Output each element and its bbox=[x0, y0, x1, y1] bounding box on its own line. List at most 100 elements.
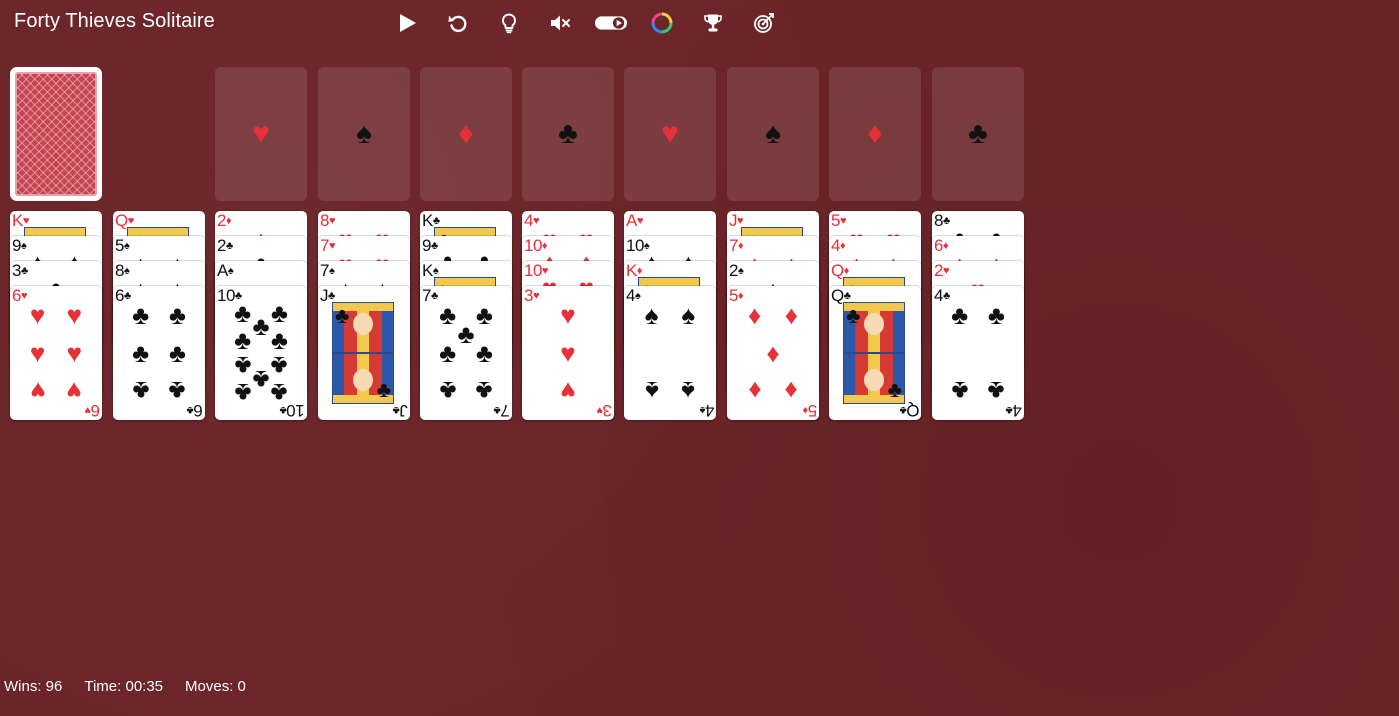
diamonds-icon: ♦ bbox=[458, 117, 474, 150]
foundation-3[interactable]: ♦ bbox=[420, 67, 512, 201]
stock-pile[interactable] bbox=[10, 67, 102, 201]
hearts-icon: ♥ bbox=[532, 290, 540, 302]
spades-icon: ♠ bbox=[634, 290, 641, 302]
hearts-icon: ♥ bbox=[252, 117, 270, 150]
tableau-column-4: ♥♥♥♥♥♥♥♥8♥♥♥♥♥♥♥♥7♥♠♠♠♠♠♠♠7♠♣♣J♣J♣ bbox=[318, 211, 410, 423]
playing-card[interactable]: ♦ ♦ ♦ ♦ ♦ 5♦ 5♦ bbox=[727, 286, 819, 420]
challenge-button[interactable] bbox=[747, 6, 781, 40]
diamonds-icon: ♦ bbox=[802, 404, 809, 416]
card-rank: 2 bbox=[729, 261, 738, 280]
hearts-icon: ♥ bbox=[661, 117, 679, 150]
clubs-icon: ♣ bbox=[132, 375, 150, 406]
tableau-column-10: ♣♣♣♣♣♣♣♣8♣♦♦♦♦♦♦6♦♥♥2♥♣♣♣♣4♣4♣ bbox=[932, 211, 1024, 423]
card-rank: 2 bbox=[217, 236, 226, 255]
clubs-icon: ♣ bbox=[393, 404, 400, 416]
clubs-icon: ♣ bbox=[843, 290, 851, 302]
card-index: 4♥ bbox=[524, 212, 540, 230]
card-index-bottom: 3♥ bbox=[597, 401, 612, 420]
theme-button[interactable] bbox=[645, 6, 679, 40]
card-index: 7♥ bbox=[320, 237, 336, 255]
diamonds-icon: ♦ bbox=[867, 117, 883, 150]
card-rank: 4 bbox=[626, 286, 635, 305]
card-index: 10♣ bbox=[217, 287, 242, 305]
spades-icon: ♠ bbox=[123, 240, 130, 252]
card-index: 6♦ bbox=[934, 237, 949, 255]
playing-card[interactable]: ♣ ♣ J♣ J♣ bbox=[318, 286, 410, 420]
diamonds-icon: ♦ bbox=[541, 240, 548, 252]
mute-icon bbox=[551, 15, 570, 31]
card-rank: 4 bbox=[705, 401, 714, 420]
clubs-icon: ♣ bbox=[432, 215, 440, 227]
card-index: 6♣ bbox=[115, 287, 131, 305]
clubs-icon: ♣ bbox=[376, 377, 391, 402]
card-index: J♥ bbox=[729, 212, 744, 230]
card-index-bottom: 5♦ bbox=[802, 401, 817, 420]
clubs-icon: ♣ bbox=[987, 300, 1005, 331]
play-button[interactable] bbox=[390, 6, 424, 40]
card-index: 4♣ bbox=[934, 287, 950, 305]
leaderboard-button[interactable] bbox=[696, 6, 730, 40]
playing-card[interactable]: ♣ ♣ ♣ ♣ ♣ ♣ ♣ ♣ ♣ ♣ 10♣ 10♣ bbox=[215, 286, 307, 420]
clubs-icon: ♣ bbox=[123, 290, 131, 302]
spades-icon: ♠ bbox=[227, 265, 234, 277]
foundation-6[interactable]: ♠ bbox=[727, 67, 819, 201]
card-index: 10♥ bbox=[524, 262, 548, 280]
card-rank: 8 bbox=[320, 211, 329, 230]
hearts-icon: ♥ bbox=[541, 265, 549, 277]
card-rank: 5 bbox=[115, 236, 124, 255]
diamonds-icon: ♦ bbox=[843, 265, 850, 277]
clubs-icon: ♣ bbox=[234, 324, 252, 355]
tableau-column-3: ♦♦2♦♣♣2♣♠A♠♣♣♣♣♣♣♣♣♣♣10♣10♣ bbox=[215, 211, 307, 423]
toggle-icon bbox=[594, 16, 628, 30]
foundation-1[interactable]: ♥ bbox=[215, 67, 307, 201]
foundation-5[interactable]: ♥ bbox=[624, 67, 716, 201]
wins-counter: Wins: 96 bbox=[4, 678, 63, 695]
diamonds-icon: ♦ bbox=[839, 240, 846, 252]
card-rank: 2 bbox=[934, 261, 943, 280]
card-rank: K bbox=[12, 211, 23, 230]
hearts-icon: ♥ bbox=[839, 215, 847, 227]
face-card-art: ♣ ♣ bbox=[332, 302, 394, 404]
card-rank: 6 bbox=[194, 401, 203, 420]
card-rank: J bbox=[320, 286, 329, 305]
card-rank: 3 bbox=[12, 261, 21, 280]
hearts-icon: ♥ bbox=[29, 300, 46, 331]
card-index: 5♥ bbox=[831, 212, 847, 230]
card-rank: 9 bbox=[12, 236, 21, 255]
playing-card[interactable]: ♣ ♣ ♣ ♣ ♣ ♣ 6♣ 6♣ bbox=[113, 286, 205, 420]
card-rank: A bbox=[626, 211, 637, 230]
foundation-7[interactable]: ♦ bbox=[829, 67, 921, 201]
playing-card[interactable]: ♣ ♣ Q♣ Q♣ bbox=[829, 286, 921, 420]
clubs-icon: ♣ bbox=[475, 375, 493, 406]
hearts-icon: ♥ bbox=[560, 300, 576, 331]
card-index-bottom: 7♣ bbox=[494, 401, 510, 420]
hearts-icon: ♥ bbox=[22, 215, 30, 227]
autoplay-toggle[interactable] bbox=[594, 6, 628, 40]
hearts-icon: ♥ bbox=[127, 215, 135, 227]
clubs-icon: ♣ bbox=[234, 290, 242, 302]
color-wheel-icon bbox=[651, 12, 673, 34]
card-rank: J bbox=[400, 401, 408, 420]
playing-card[interactable]: ♥ ♥ ♥ ♥ ♥ ♥ 6♥ 6♥ bbox=[10, 286, 102, 420]
card-index-bottom: 4♠ bbox=[700, 401, 714, 420]
foundation-8[interactable]: ♣ bbox=[932, 67, 1024, 201]
playing-card[interactable]: ♥ ♥ ♥ 3♥ 3♥ bbox=[522, 286, 614, 420]
clubs-icon: ♣ bbox=[225, 240, 233, 252]
playing-card[interactable]: ♠ ♠ ♠ ♠ 4♠ 4♠ bbox=[624, 286, 716, 420]
card-index: 4♠ bbox=[626, 286, 641, 305]
foundation-2[interactable]: ♠ bbox=[318, 67, 410, 201]
hearts-icon: ♥ bbox=[66, 338, 83, 368]
hearts-icon: ♥ bbox=[85, 404, 92, 416]
playing-card[interactable]: ♣ ♣ ♣ ♣ ♣ ♣ ♣ 7♣ 7♣ bbox=[420, 286, 512, 420]
undo-button[interactable] bbox=[441, 6, 475, 40]
playing-card[interactable]: ♣ ♣ ♣ ♣ 4♣ 4♣ bbox=[932, 286, 1024, 420]
card-index: J♣ bbox=[320, 287, 335, 305]
clubs-icon: ♣ bbox=[942, 290, 950, 302]
tableau-column-6: ♥♥♥♥4♥♦♦♦♦♦♦♦♦♦♦10♦♥♥♥♥♥♥♥♥♥♥10♥♥♥♥3♥3♥ bbox=[522, 211, 614, 423]
sound-button[interactable] bbox=[543, 6, 577, 40]
tableau-column-2: ♥Q♥♠♠♠♠♠5♠♠♠♠♠♠♠♠♠8♠♣♣♣♣♣♣6♣6♣ bbox=[113, 211, 205, 423]
foundation-4[interactable]: ♣ bbox=[522, 67, 614, 201]
hint-button[interactable] bbox=[492, 6, 526, 40]
target-icon bbox=[754, 13, 774, 33]
card-rank: 7 bbox=[422, 286, 431, 305]
